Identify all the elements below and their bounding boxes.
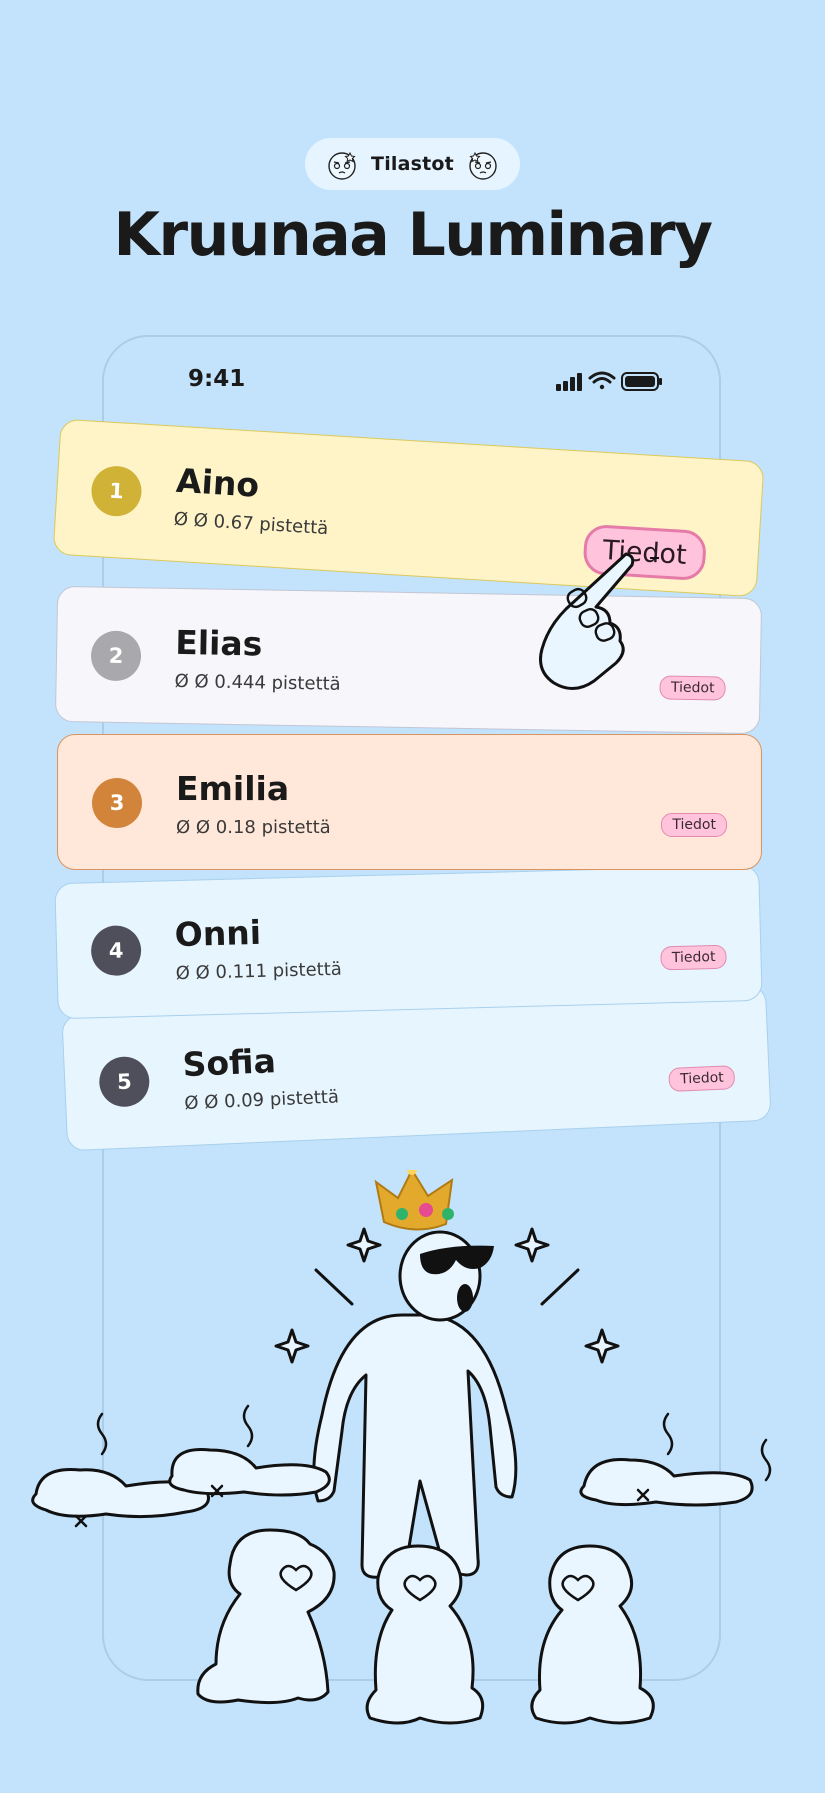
player-score: Ø Ø 0.18 pistettä <box>176 817 331 838</box>
details-button[interactable]: Tiedot <box>661 813 727 837</box>
details-button[interactable]: Tiedot <box>660 944 727 971</box>
crown-icon <box>374 1170 454 1231</box>
player-name: Sofia <box>181 1041 277 1085</box>
leaderboard-row-4[interactable]: 4 Onni Ø Ø 0.111 pistettä Tiedot <box>54 864 763 1020</box>
sparkle-icon <box>514 1227 550 1263</box>
status-icons <box>556 371 662 391</box>
rank-badge: 3 <box>92 778 142 828</box>
status-time: 9:41 <box>188 366 246 392</box>
rank-badge: 2 <box>90 630 142 682</box>
player-score: Ø Ø 0.67 pistettä <box>173 508 329 540</box>
details-button[interactable]: Tiedot <box>659 675 726 701</box>
signal-icon <box>556 373 582 391</box>
face-icon <box>328 151 356 180</box>
player-name: Emilia <box>176 769 290 808</box>
player-name: Aino <box>175 460 261 505</box>
player-score: Ø Ø 0.09 pistettä <box>183 1086 340 1115</box>
player-score: Ø Ø 0.444 pistettä <box>174 670 341 695</box>
face-icon <box>469 151 497 180</box>
stats-badge[interactable]: Tilastot <box>305 138 520 190</box>
sparkle-icon <box>584 1328 620 1364</box>
rank-badge: 5 <box>98 1055 151 1108</box>
pointing-hand-icon <box>539 548 659 690</box>
king-figure <box>312 1313 518 1579</box>
player-score: Ø Ø 0.111 pistettä <box>175 958 343 985</box>
sparkle-icon <box>274 1328 310 1364</box>
leaderboard-row-3[interactable]: 3 Emilia Ø Ø 0.18 pistettä Tiedot <box>57 734 762 870</box>
page-title: Kruunaa Luminary <box>113 200 713 270</box>
sparkle-icon <box>346 1227 382 1263</box>
stats-label: Tilastot <box>371 153 454 175</box>
rank-badge: 1 <box>90 464 143 518</box>
battery-icon <box>621 372 662 391</box>
player-name: Onni <box>174 912 262 955</box>
celebration-illustration <box>31 1170 772 1725</box>
rank-badge: 4 <box>90 925 142 977</box>
details-button[interactable]: Tiedot <box>668 1065 736 1092</box>
player-name: Elias <box>174 622 263 664</box>
wifi-icon <box>588 371 616 390</box>
